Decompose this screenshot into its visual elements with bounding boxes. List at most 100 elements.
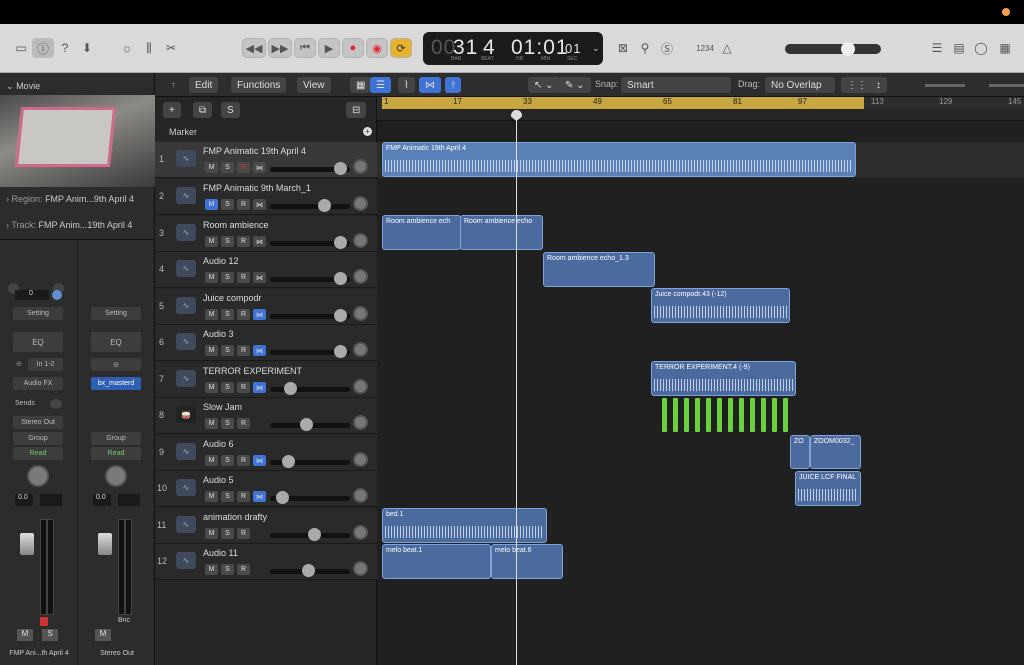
drummer-region[interactable] [728,398,733,432]
autopunch-icon[interactable]: ⊠ [612,38,634,58]
functions-menu[interactable]: Functions [231,77,287,93]
track-row[interactable]: 7 ∿ TERROR EXPERIMENT M S R ⋈ [155,362,377,398]
track-row[interactable]: 12 ∿ Audio 11 M S R [155,544,377,580]
quick-help-icon[interactable]: ? [54,38,76,58]
track-name[interactable]: Audio 12 [203,256,239,266]
automation-icon[interactable]: ⌇ [398,77,415,93]
loops-icon[interactable]: ◯ [970,38,992,58]
audio-region[interactable]: JUICE LCF FINAL [795,471,861,506]
solo-button[interactable]: S [221,564,234,575]
volume-slider[interactable] [270,528,350,541]
record-enable-button[interactable]: R [237,491,250,502]
pan-knob[interactable] [105,465,127,487]
flex-button[interactable]: ⋈ [253,491,266,502]
mute-button[interactable]: M [205,309,218,320]
audio-region[interactable]: TERROR EXPERIMENT.4 (-9) [651,361,796,396]
track-name[interactable]: FMP Animatic 19th April 4 [203,146,306,156]
drummer-region[interactable] [761,398,766,432]
pan-knob[interactable] [353,379,368,394]
mute-button[interactable]: M [205,528,218,539]
vertical-fit-icon[interactable]: ↕ [870,77,887,93]
volume-fader[interactable] [98,533,112,555]
audio-region[interactable]: melo beat.6 [491,544,563,579]
input-button[interactable]: In 1-2 [28,358,63,371]
drummer-region[interactable] [750,398,755,432]
replace-record-button[interactable]: ◉ [366,38,388,58]
forward-button[interactable]: ▶▶ [268,38,292,58]
group-button[interactable]: Group [91,432,141,445]
solo-button[interactable]: S [221,491,234,502]
pan-knob[interactable] [353,488,368,503]
smart-controls-icon[interactable]: ☼ [116,38,138,58]
track-row[interactable]: 4 ∿ Audio 12 M S R ⋈ [155,252,377,288]
cycle-range[interactable]: 1 17 33 49 65 81 97 [382,97,864,109]
flex-icon[interactable]: ⋈ [419,77,441,93]
volume-slider[interactable] [270,564,350,577]
volume-slider[interactable] [270,162,350,175]
track-name[interactable]: Slow Jam [203,402,242,412]
playhead[interactable] [516,110,517,665]
view-menu[interactable]: View [297,77,331,93]
volume-knob[interactable] [300,418,313,431]
audio-fx-slot[interactable]: Audio FX [13,377,63,390]
eq-button[interactable]: EQ [13,332,63,352]
volume-fader[interactable] [20,533,34,555]
volume-slider[interactable] [270,418,350,431]
record-enable-button[interactable]: R [237,272,250,283]
audio-region[interactable]: ZO [790,435,810,469]
record-button[interactable]: ● [342,38,364,58]
input-monitor-icon[interactable] [52,290,62,300]
drummer-region[interactable] [717,398,722,432]
solo-button[interactable]: S [221,309,234,320]
volume-knob[interactable] [334,236,347,249]
volume-knob[interactable] [334,309,347,322]
solo-button[interactable]: S [221,236,234,247]
automation-read-button[interactable]: Read [91,447,141,460]
edit-menu[interactable]: Edit [189,77,219,93]
track-name[interactable]: Audio 3 [203,329,234,339]
audio-region[interactable]: Room ambience ech [382,215,461,250]
pencil-tool[interactable]: ✎ ⌄ [559,77,591,93]
volume-slider[interactable] [270,236,350,249]
rewind-button[interactable]: ◀◀ [242,38,266,58]
volume-knob[interactable] [334,345,347,358]
volume-slider[interactable] [270,455,350,468]
link-icon[interactable]: ⊝ [91,358,141,371]
mute-button[interactable]: M [17,629,33,641]
mute-button[interactable]: M [205,491,218,502]
metronome-icon[interactable]: △ [716,38,738,58]
bounce-button[interactable]: Bnc [118,617,138,628]
track-row[interactable]: 11 ∿ animation drafty M S R [155,508,377,544]
flex-button[interactable]: ⋈ [253,345,266,356]
pan-knob[interactable] [353,306,368,321]
browsers-icon[interactable]: ▦ [994,38,1016,58]
volume-knob[interactable] [276,491,289,504]
volume-knob[interactable] [308,528,321,541]
waveform-zoom-icon[interactable]: ⋮⋮ [841,77,873,93]
up-arrow-icon[interactable]: ↑ [165,77,182,93]
toolbar-icon[interactable]: ⬇ [76,38,98,58]
mute-button[interactable]: M [205,382,218,393]
eq-button[interactable]: EQ [91,332,141,352]
marker-lane[interactable] [377,109,1024,121]
track-row[interactable]: 9 ∿ Audio 6 M S R ⋈ [155,435,377,471]
mute-button[interactable]: M [205,455,218,466]
volume-knob[interactable] [334,272,347,285]
pan-knob[interactable] [353,233,368,248]
list-view-icon[interactable]: ☰ [370,77,391,93]
track-row[interactable]: 3 ∿ Room ambience M S R ⋈ [155,216,377,252]
drag-dropdown[interactable]: No Overlap [765,77,835,93]
pan-knob[interactable] [353,452,368,467]
record-enable-button[interactable]: R [237,162,250,173]
drummer-region[interactable] [695,398,700,432]
volume-knob[interactable] [334,162,347,175]
solo-button[interactable]: S [221,162,234,173]
solo-button[interactable]: S [221,528,234,539]
solo-button[interactable]: S [42,629,58,641]
global-solo-button[interactable]: S [221,102,240,118]
volume-slider[interactable] [270,309,350,322]
record-enable-button[interactable]: R [237,236,250,247]
mute-button[interactable]: M [205,272,218,283]
flex-button[interactable]: ⋈ [253,236,266,247]
vertical-zoom-slider[interactable] [925,84,965,87]
